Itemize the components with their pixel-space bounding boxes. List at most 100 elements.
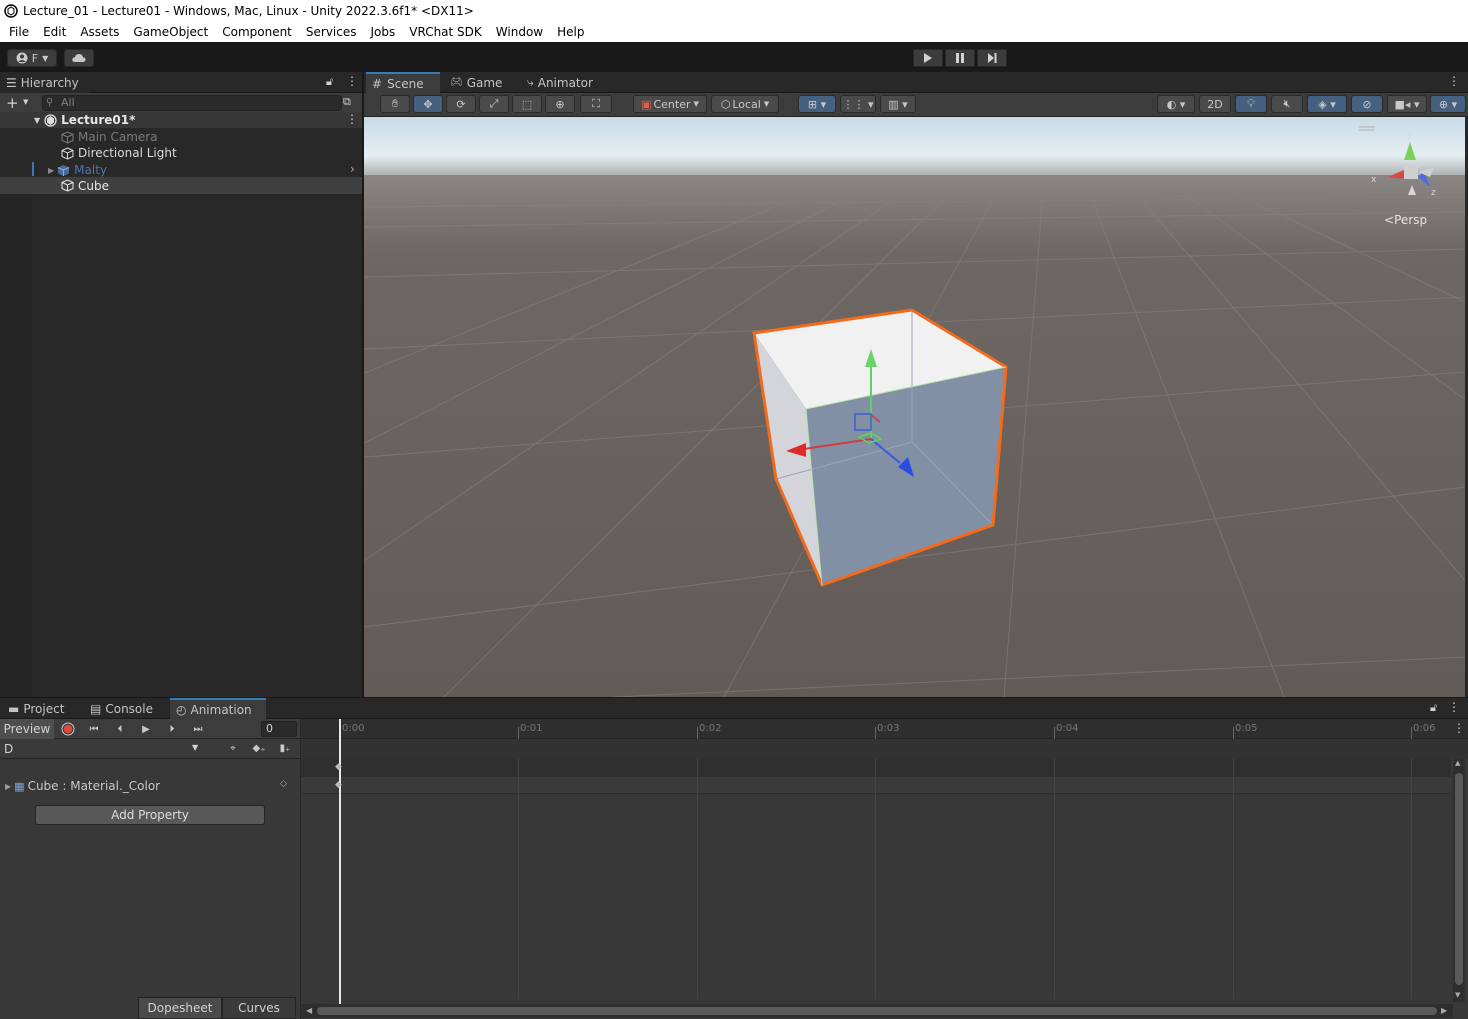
summary-track[interactable] <box>301 759 1451 777</box>
tab-console[interactable]: ▤ Console <box>84 698 159 719</box>
camera-dropdown[interactable]: ■◂ ▾ <box>1387 95 1427 113</box>
add-icon[interactable]: + <box>6 94 19 112</box>
2d-toggle[interactable]: 2D <box>1199 95 1231 113</box>
clip-dropdown[interactable]: D ▼ <box>0 739 205 759</box>
keyframe-diamond-icon[interactable]: ◇ <box>280 779 287 789</box>
ruler-toggle[interactable]: ▥ ▾ <box>880 95 916 113</box>
menu-component[interactable]: Component <box>215 25 299 39</box>
add-keyframe-button[interactable]: ◆₊ <box>248 740 270 756</box>
perspective-toggle[interactable]: <Persp <box>1384 213 1427 227</box>
keyframe-diamond-icon[interactable]: ◆ <box>335 780 342 790</box>
menu-gameobject[interactable]: GameObject <box>126 25 215 39</box>
event-track[interactable] <box>301 739 1468 759</box>
tab-animation[interactable]: ◴ Animation <box>170 698 266 719</box>
add-event-button[interactable]: ▮₊ <box>274 740 296 756</box>
property-track[interactable] <box>301 777 1451 794</box>
timeline-ruler[interactable]: 0:00 0:01 0:02 0:03 0:04 0:05 0:06 ⋮ <box>301 719 1468 739</box>
scene-viewport[interactable]: y x z <Persp <box>364 117 1465 697</box>
grid-snapping-toggle[interactable]: ⊞ ▾ <box>798 95 836 113</box>
menu-window[interactable]: Window <box>489 25 550 39</box>
hierarchy-item-main-camera[interactable]: Main Camera <box>0 129 362 145</box>
scroll-up-icon[interactable]: ▲ <box>1455 759 1460 767</box>
rect-tool-button[interactable]: ⬚ <box>512 95 542 113</box>
expand-arrow-icon[interactable]: ▼ <box>34 116 40 125</box>
chevron-down-icon[interactable]: ▼ <box>23 98 28 106</box>
pivot-mode-dropdown[interactable]: ▣ Center ▼ <box>633 95 707 113</box>
increment-snapping-toggle[interactable]: ⋮⋮ ▾ <box>840 95 876 113</box>
custom-tool-button[interactable]: ⛶ <box>580 95 612 113</box>
tab-scene[interactable]: # Scene <box>366 72 440 93</box>
menu-assets[interactable]: Assets <box>73 25 126 39</box>
hierarchy-item-malty[interactable]: ▶ Malty › <box>0 162 362 178</box>
record-button[interactable] <box>57 721 79 737</box>
more-options-icon[interactable]: ⋮ <box>1453 721 1465 735</box>
hierarchy-item-directional-light[interactable]: Directional Light <box>0 145 362 161</box>
property-row[interactable]: ▶ ▦ Cube : Material._Color ◇ <box>0 777 300 795</box>
light-bulb-icon: 💡︎ <box>1247 97 1255 110</box>
vertical-scroll-thumb[interactable] <box>1455 773 1463 985</box>
hierarchy-search-input[interactable]: ⚲ All <box>42 95 342 111</box>
pivot-rotation-dropdown[interactable]: ⬡ Local ▼ <box>711 95 779 113</box>
play-animation-button[interactable]: ▶ <box>135 721 157 737</box>
dopesheet-tab[interactable]: Dopesheet <box>138 997 222 1019</box>
menu-vrchat-sdk[interactable]: VRChat SDK <box>402 25 489 39</box>
lock-icon[interactable]: 🔓︎ <box>1430 701 1437 715</box>
next-keyframe-button[interactable]: ⏵︎ <box>161 721 183 737</box>
more-options-icon[interactable]: ⋮ <box>1448 700 1460 714</box>
move-tool-button[interactable]: ✥ <box>413 95 443 113</box>
add-property-button[interactable]: Add Property <box>35 805 265 825</box>
hidden-objects-toggle[interactable]: ⊘ <box>1351 95 1383 113</box>
audio-toggle[interactable]: 🔇︎ <box>1271 95 1303 113</box>
animation-controls-bar: Preview ⏮︎ ⏴︎ ▶ ⏵︎ ⏭︎ 0 <box>0 719 300 739</box>
account-button[interactable]: F ▼ <box>7 49 57 67</box>
horizontal-scrollbar[interactable]: ◀ ▶ <box>301 1004 1453 1018</box>
curves-tab[interactable]: Curves <box>222 997 296 1019</box>
chevron-right-icon[interactable]: › <box>350 162 355 176</box>
hand-tool-button[interactable]: ✋︎ <box>380 95 410 113</box>
keyframe-diamond-icon[interactable]: ◆ <box>335 762 342 772</box>
scene-render[interactable]: y x z <box>364 117 1465 697</box>
scroll-right-icon[interactable]: ▶ <box>1441 1006 1447 1015</box>
step-button[interactable] <box>977 49 1007 67</box>
play-button[interactable] <box>913 49 943 67</box>
preview-button[interactable]: Preview <box>0 719 54 739</box>
menu-file[interactable]: File <box>2 25 36 39</box>
menu-jobs[interactable]: Jobs <box>364 25 403 39</box>
hierarchy-item-cube[interactable]: Cube <box>0 177 362 194</box>
last-keyframe-button[interactable]: ⏭︎ <box>187 721 209 737</box>
pause-button[interactable] <box>945 49 975 67</box>
frame-input[interactable]: 0 <box>261 721 297 737</box>
tab-game[interactable]: 🎮︎ Game <box>444 72 508 93</box>
more-options-icon[interactable]: ⋮ <box>346 74 358 88</box>
tab-animator[interactable]: ⤷ Animator <box>521 72 599 93</box>
scroll-down-icon[interactable]: ▼ <box>1455 991 1460 999</box>
scroll-left-icon[interactable]: ◀ <box>306 1006 312 1015</box>
lighting-toggle[interactable]: 💡︎ <box>1235 95 1267 113</box>
expand-arrow-icon[interactable]: ▶ <box>48 166 54 175</box>
more-options-icon[interactable]: ⋮ <box>1448 74 1460 88</box>
rotate-tool-button[interactable]: ⟳ <box>446 95 476 113</box>
expand-arrow-icon[interactable]: ▶ <box>5 782 11 791</box>
more-options-icon[interactable]: ⋮ <box>346 112 358 126</box>
cloud-button[interactable] <box>64 49 94 67</box>
first-keyframe-button[interactable]: ⏮︎ <box>83 721 105 737</box>
menu-edit[interactable]: Edit <box>36 25 73 39</box>
hierarchy-scene-row[interactable]: ▼ Lecture01* ⋮ <box>0 112 362 128</box>
transform-tool-button[interactable]: ⊕ <box>545 95 575 113</box>
filter-by-selection-button[interactable]: ⌖ <box>222 740 244 756</box>
menu-services[interactable]: Services <box>299 25 364 39</box>
previous-keyframe-button[interactable]: ⏴︎ <box>109 721 131 737</box>
dopesheet-timeline[interactable]: 0:00 0:01 0:02 0:03 0:04 0:05 0:06 ⋮ ◆ ◆ <box>301 719 1468 1019</box>
menu-help[interactable]: Help <box>550 25 591 39</box>
vertical-scrollbar[interactable]: ▲ ▼ <box>1453 759 1465 1002</box>
horizontal-scroll-thumb[interactable] <box>317 1007 1437 1015</box>
tab-hierarchy[interactable]: ☰ Hierarchy <box>0 72 90 93</box>
shading-mode-dropdown[interactable]: ◐ ▾ <box>1157 95 1195 113</box>
effects-dropdown[interactable]: ◈ ▾ <box>1307 95 1347 113</box>
scale-tool-button[interactable]: ⤢ <box>479 95 509 113</box>
lock-icon[interactable]: 🔓︎ <box>326 75 333 89</box>
tab-project[interactable]: ▬ Project <box>2 698 70 719</box>
gizmos-dropdown[interactable]: ⊕ ▾ <box>1430 95 1466 113</box>
rect-icon: ⬚ <box>521 97 533 111</box>
search-options-icon[interactable]: ⧉ <box>343 95 351 109</box>
